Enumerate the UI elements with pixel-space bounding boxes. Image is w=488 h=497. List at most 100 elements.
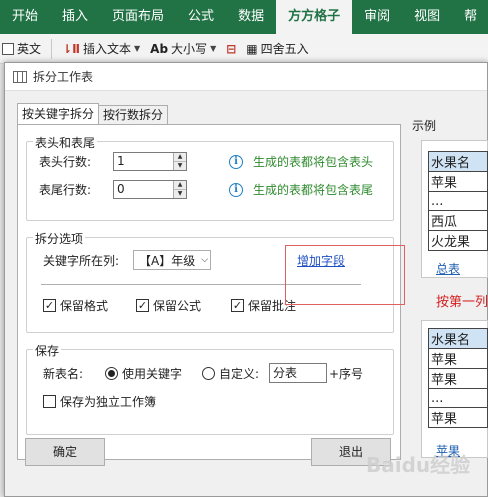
- dialog-titlebar[interactable]: 拆分工作表: [5, 63, 487, 91]
- chevron-down-icon: ⌵: [201, 255, 209, 265]
- round-label: 四舍五入: [260, 42, 309, 56]
- table-row: ...: [428, 388, 488, 408]
- sheet-tab-total: 总表: [436, 262, 461, 276]
- radio-selected-dot: [108, 369, 115, 377]
- footer-rows-value[interactable]: 0: [114, 181, 173, 198]
- split-sheet-icon: ⊟: [226, 41, 237, 56]
- round-button[interactable]: ▦ 四舍五入: [246, 40, 308, 57]
- keep-format-label: 保留格式: [60, 299, 109, 313]
- table-cell: ...: [428, 191, 488, 211]
- table-cell: ...: [428, 388, 488, 408]
- header-rows-value[interactable]: 1: [114, 153, 173, 170]
- ribbon-toolbar: 英文 ⇂Ⅱ 插入文本 ▼ Ab 大小写 ▼ ⊟ ▦ 四舍五入: [0, 34, 488, 64]
- insert-text-label: 插入文本: [82, 42, 131, 56]
- header-rows-row: 表头行数: 1 ▲ ▼ i 生成的表都将包含表头: [39, 152, 373, 171]
- spinner-buttons[interactable]: ▲ ▼: [173, 181, 186, 198]
- ribbon-tab-home[interactable]: 开始: [0, 0, 50, 34]
- case-button[interactable]: Ab 大小写 ▼: [150, 40, 216, 57]
- example-table-source: 水果名 苹果 ... 西瓜 火龙果: [428, 151, 488, 251]
- info-icon: i: [229, 154, 243, 169]
- save-workbook-row: 保存为独立工作簿: [43, 393, 156, 410]
- toolbar-separator: [51, 38, 53, 59]
- use-keyword-label: 使用关键字: [122, 366, 183, 381]
- table-row: 水果名: [428, 328, 488, 349]
- header-rows-label: 表头行数:: [39, 155, 92, 169]
- key-column-label: 关键字所在列:: [43, 253, 120, 268]
- save-as-workbook-checkbox[interactable]: [43, 395, 56, 408]
- use-keyword-radio[interactable]: [105, 366, 118, 380]
- checkbox-icon: [2, 42, 14, 55]
- dialog-title: 拆分工作表: [33, 70, 94, 84]
- spin-down-icon[interactable]: ▼: [174, 162, 186, 170]
- split-note: 按第一列: [436, 295, 488, 310]
- ribbon-tab-view[interactable]: 视图: [402, 0, 452, 34]
- case-label: 大小写: [171, 42, 208, 56]
- table-row: 苹果: [428, 348, 488, 369]
- case-icon: Ab: [150, 41, 169, 56]
- table-cell: 苹果: [428, 171, 488, 192]
- key-column-row: 关键字所在列: 【A】年级 ⌵: [43, 250, 211, 270]
- example-table-split: 水果名 苹果 苹果 ... 苹果: [428, 328, 488, 428]
- footer-rows-spinner[interactable]: 0 ▲ ▼: [113, 180, 187, 199]
- example-label: 示例: [412, 119, 437, 133]
- insert-text-button[interactable]: ⇂Ⅱ 插入文本 ▼: [62, 40, 140, 57]
- table-row: ...: [428, 191, 488, 211]
- table-cell: 水果名: [428, 151, 488, 172]
- custom-name-label: 自定义:: [219, 366, 260, 381]
- ribbon-tab-review[interactable]: 审阅: [352, 0, 402, 34]
- highlight-box: [285, 245, 405, 305]
- spinner-buttons[interactable]: ▲ ▼: [173, 153, 186, 170]
- ribbon-tab-formulas[interactable]: 公式: [176, 0, 226, 34]
- table-cell: 苹果: [428, 368, 488, 389]
- tab-split-by-keyword[interactable]: 按关键字拆分: [17, 103, 100, 125]
- english-label: 英文: [17, 42, 42, 56]
- save-group: 保存 新表名: 使用关键字 自定义: 分表 +序号 保存为独立工作簿: [26, 342, 394, 435]
- dialog-tabs: 按关键字拆分 按行数拆分: [17, 103, 169, 125]
- header-footer-group: 表头和表尾 表头行数: 1 ▲ ▼ i 生成的表都将包含表头 表尾行数: 0 ▲…: [26, 134, 394, 221]
- suffix-label: +序号: [329, 366, 364, 381]
- sheet-name-row: 新表名: 使用关键字 自定义: 分表 +序号: [43, 363, 363, 383]
- ribbon-tab-insert[interactable]: 插入: [50, 0, 100, 34]
- footer-rows-label: 表尾行数:: [39, 183, 92, 197]
- ribbon-tab-help[interactable]: 帮: [452, 0, 488, 34]
- header-footer-group-title: 表头和表尾: [33, 134, 98, 151]
- english-checkbox[interactable]: 英文: [2, 40, 41, 57]
- ribbon-tab-data[interactable]: 数据: [226, 0, 276, 34]
- key-column-select[interactable]: 【A】年级 ⌵: [133, 250, 211, 270]
- save-as-workbook-label: 保存为独立工作簿: [60, 395, 157, 409]
- table-cell: 水果名: [428, 328, 488, 349]
- keep-options-row: ✓ 保留格式 ✓ 保留公式 ✓ 保留批注: [43, 297, 296, 314]
- spin-down-icon[interactable]: ▼: [174, 190, 186, 198]
- keep-format-checkbox[interactable]: ✓: [43, 299, 56, 312]
- keep-formula-label: 保留公式: [153, 299, 202, 313]
- split-options-group-title: 拆分选项: [33, 230, 86, 247]
- table-cell: 苹果: [428, 407, 488, 428]
- keep-comment-checkbox[interactable]: ✓: [231, 299, 244, 312]
- round-icon: ▦: [246, 41, 258, 56]
- table-row: 火龙果: [428, 230, 488, 251]
- table-cell: 火龙果: [428, 230, 488, 251]
- table-row: 苹果: [428, 368, 488, 389]
- footer-rows-row: 表尾行数: 0 ▲ ▼ i 生成的表都将包含表尾: [39, 180, 373, 199]
- custom-name-input[interactable]: 分表: [269, 363, 327, 383]
- table-row: 苹果: [428, 171, 488, 192]
- table-row: 西瓜: [428, 210, 488, 231]
- custom-name-radio[interactable]: [202, 366, 215, 380]
- keep-formula-checkbox[interactable]: ✓: [136, 299, 149, 312]
- new-sheet-name-label: 新表名:: [43, 366, 84, 381]
- table-cell: 苹果: [428, 348, 488, 369]
- insert-text-icon: ⇂Ⅱ: [62, 41, 80, 56]
- ribbon-tab-page-layout[interactable]: 页面布局: [100, 0, 176, 34]
- chevron-down-icon: ▼: [134, 44, 141, 53]
- header-hint: 生成的表都将包含表头: [253, 155, 374, 169]
- split-sheet-ribbon-button[interactable]: ⊟: [226, 42, 236, 56]
- tab-split-by-rows[interactable]: 按行数拆分: [98, 105, 169, 125]
- chevron-down-icon: ▼: [210, 44, 217, 53]
- spin-up-icon[interactable]: ▲: [174, 153, 186, 162]
- spin-up-icon[interactable]: ▲: [174, 181, 186, 190]
- table-row: 苹果: [428, 407, 488, 428]
- ribbon-tab-fangfang[interactable]: 方方格子: [276, 0, 353, 34]
- ok-button[interactable]: 确定: [25, 438, 105, 466]
- header-rows-spinner[interactable]: 1 ▲ ▼: [113, 152, 187, 171]
- table-cell: 西瓜: [428, 210, 488, 231]
